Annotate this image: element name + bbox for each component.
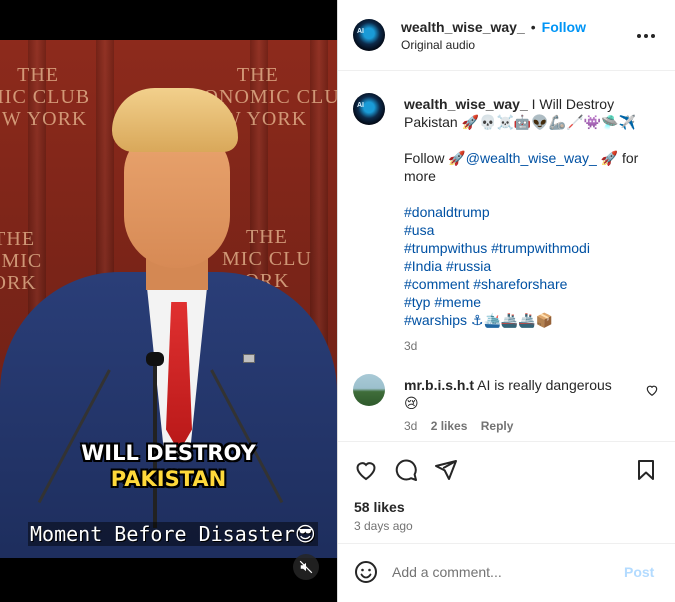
comment-meta: 3d 2 likes Reply — [404, 419, 523, 433]
commenter-username[interactable]: mr.b.i.s.h.t — [404, 377, 474, 393]
hair — [112, 88, 238, 152]
author-avatar[interactable]: AI — [353, 19, 385, 51]
caption-author-avatar[interactable]: AI — [353, 93, 385, 125]
crying-emoji: 😢 — [404, 395, 419, 411]
caption-body: wealth_wise_way_ I Will Destroy Pakistan… — [404, 95, 654, 355]
commenter-avatar[interactable] — [353, 374, 385, 406]
comment-likes[interactable]: 2 likes — [431, 419, 468, 433]
hashtag-line[interactable]: #typ #meme — [404, 293, 654, 311]
mention-link[interactable]: @wealth_wise_way_ — [466, 150, 597, 166]
follow-prefix: Follow 🚀 — [404, 150, 466, 166]
hashtag-line[interactable]: #usa — [404, 221, 654, 239]
caption-username[interactable]: wealth_wise_way_ — [404, 96, 528, 112]
sunglasses-emoji: 😎 — [294, 522, 316, 546]
original-audio-link[interactable]: Original audio — [401, 38, 475, 52]
hashtag-line[interactable]: #warships ⚓🛳️🚢🚢📦 — [404, 311, 654, 329]
video-panel[interactable]: THE MIC CLUB EW YORK THE ECONOMIC CLU EW… — [0, 0, 337, 602]
comment-input[interactable] — [392, 560, 612, 584]
caption-title-line: wealth_wise_way_ I Will Destroy — [404, 95, 654, 113]
comment-text: AI is really dangerous — [477, 377, 612, 393]
post-panel: AI wealth_wise_way_ • Follow Original audi… — [337, 0, 675, 602]
heart-icon[interactable] — [354, 458, 378, 482]
mute-button[interactable] — [293, 554, 319, 580]
video-caption-sub: PAKISTAN — [110, 467, 227, 491]
video-caption-bottom-text: Moment Before Disaster — [30, 522, 295, 546]
hashtag-line[interactable]: #donaldtrump — [404, 203, 654, 221]
comment-body: mr.b.i.s.h.t AI is really dangerous 😢 — [404, 376, 634, 412]
microphone — [146, 352, 164, 366]
post-button[interactable]: Post — [624, 564, 654, 580]
more-options-button[interactable] — [634, 24, 658, 48]
avatar-label: AI — [357, 102, 364, 109]
share-icon[interactable] — [434, 458, 458, 482]
caption-title-text: I Will Destroy — [531, 96, 615, 112]
comment-heart-icon[interactable] — [645, 383, 659, 397]
bookmark-icon[interactable] — [634, 458, 658, 482]
hashtag-list: #donaldtrump #usa #trumpwithus #trumpwithm… — [404, 203, 654, 329]
header-user-row: wealth_wise_way_ • Follow — [401, 19, 586, 35]
likes-count[interactable]: 58 likes — [354, 499, 405, 515]
separator-dot: • — [530, 19, 536, 35]
follow-suffix: 🚀 for — [596, 150, 639, 166]
more-horizontal-icon — [637, 34, 655, 38]
reply-button[interactable]: Reply — [481, 419, 514, 433]
post-header: AI wealth_wise_way_ • Follow Original audi… — [338, 0, 675, 71]
caption-age[interactable]: 3d — [404, 337, 654, 355]
speaker-muted-icon — [299, 560, 313, 574]
hashtag-line[interactable]: #India #russia — [404, 257, 654, 275]
video-caption-main: WILL DESTROY — [81, 441, 256, 465]
comment-age[interactable]: 3d — [404, 419, 417, 433]
caption-title-line-2: Pakistan 🚀💀☠️🤖👽🦾🦯👾🛸✈️ — [404, 114, 636, 130]
emoji-icon[interactable] — [354, 560, 378, 584]
follow-button[interactable]: Follow — [542, 19, 586, 35]
caption-follow-line-2: more — [404, 168, 436, 184]
flag-pin — [243, 354, 255, 363]
video-caption-bottom: Moment Before Disaster😎 — [28, 522, 318, 546]
avatar-label: AI — [357, 28, 364, 35]
hashtag-line[interactable]: #trumpwithus #trumpwithmodi — [404, 239, 654, 257]
comment-composer: Post — [338, 543, 675, 602]
caption-follow-line: Follow 🚀@wealth_wise_way_ 🚀 for — [404, 149, 654, 167]
author-username[interactable]: wealth_wise_way_ — [401, 19, 525, 35]
post-time-ago[interactable]: 3 days ago — [354, 519, 413, 533]
hashtag-line[interactable]: #comment #shareforshare — [404, 275, 654, 293]
comment-icon[interactable] — [394, 458, 418, 482]
